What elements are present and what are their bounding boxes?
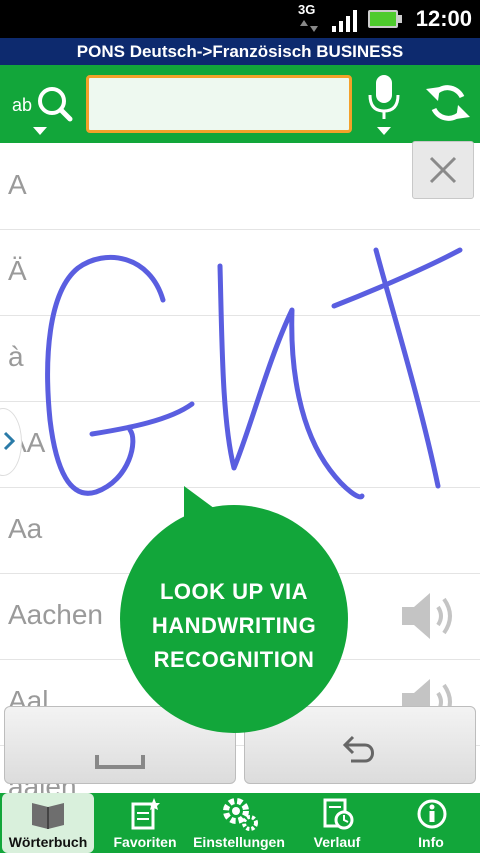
stroke-u	[217, 263, 365, 500]
undo-icon	[342, 735, 374, 763]
settings-icon	[223, 798, 258, 831]
nav-label: Info	[418, 834, 444, 850]
bottom-nav: Wörterbuch Favoriten Einstellungen Verla…	[0, 793, 480, 853]
nav-info[interactable]: Info	[384, 793, 478, 853]
nav-label: Wörterbuch	[8, 834, 88, 850]
nav-verlauf[interactable]: Verlauf	[292, 793, 382, 853]
info-icon	[417, 799, 447, 829]
promo-text: LOOK UP VIA HANDWRITING RECOGNITION	[120, 575, 348, 677]
promo-line: LOOK UP VIA	[159, 579, 309, 604]
nav-favoriten[interactable]: Favoriten	[100, 793, 190, 853]
favorites-icon	[131, 798, 160, 830]
stroke-g	[45, 254, 195, 496]
nav-woerterbuch[interactable]: Wörterbuch	[2, 793, 94, 853]
nav-einstellungen[interactable]: Einstellungen	[190, 793, 288, 853]
nav-label: Verlauf	[313, 834, 361, 850]
promo-line: HANDWRITING	[151, 613, 317, 638]
nav-label: Einstellungen	[193, 834, 285, 850]
promo-line: RECOGNITION	[153, 647, 315, 672]
stroke-t-bar	[331, 247, 463, 309]
nav-label: Favoriten	[113, 834, 177, 850]
book-icon	[32, 803, 64, 829]
space-icon	[95, 755, 145, 769]
stroke-t-stem	[373, 247, 441, 489]
history-icon	[323, 798, 354, 830]
